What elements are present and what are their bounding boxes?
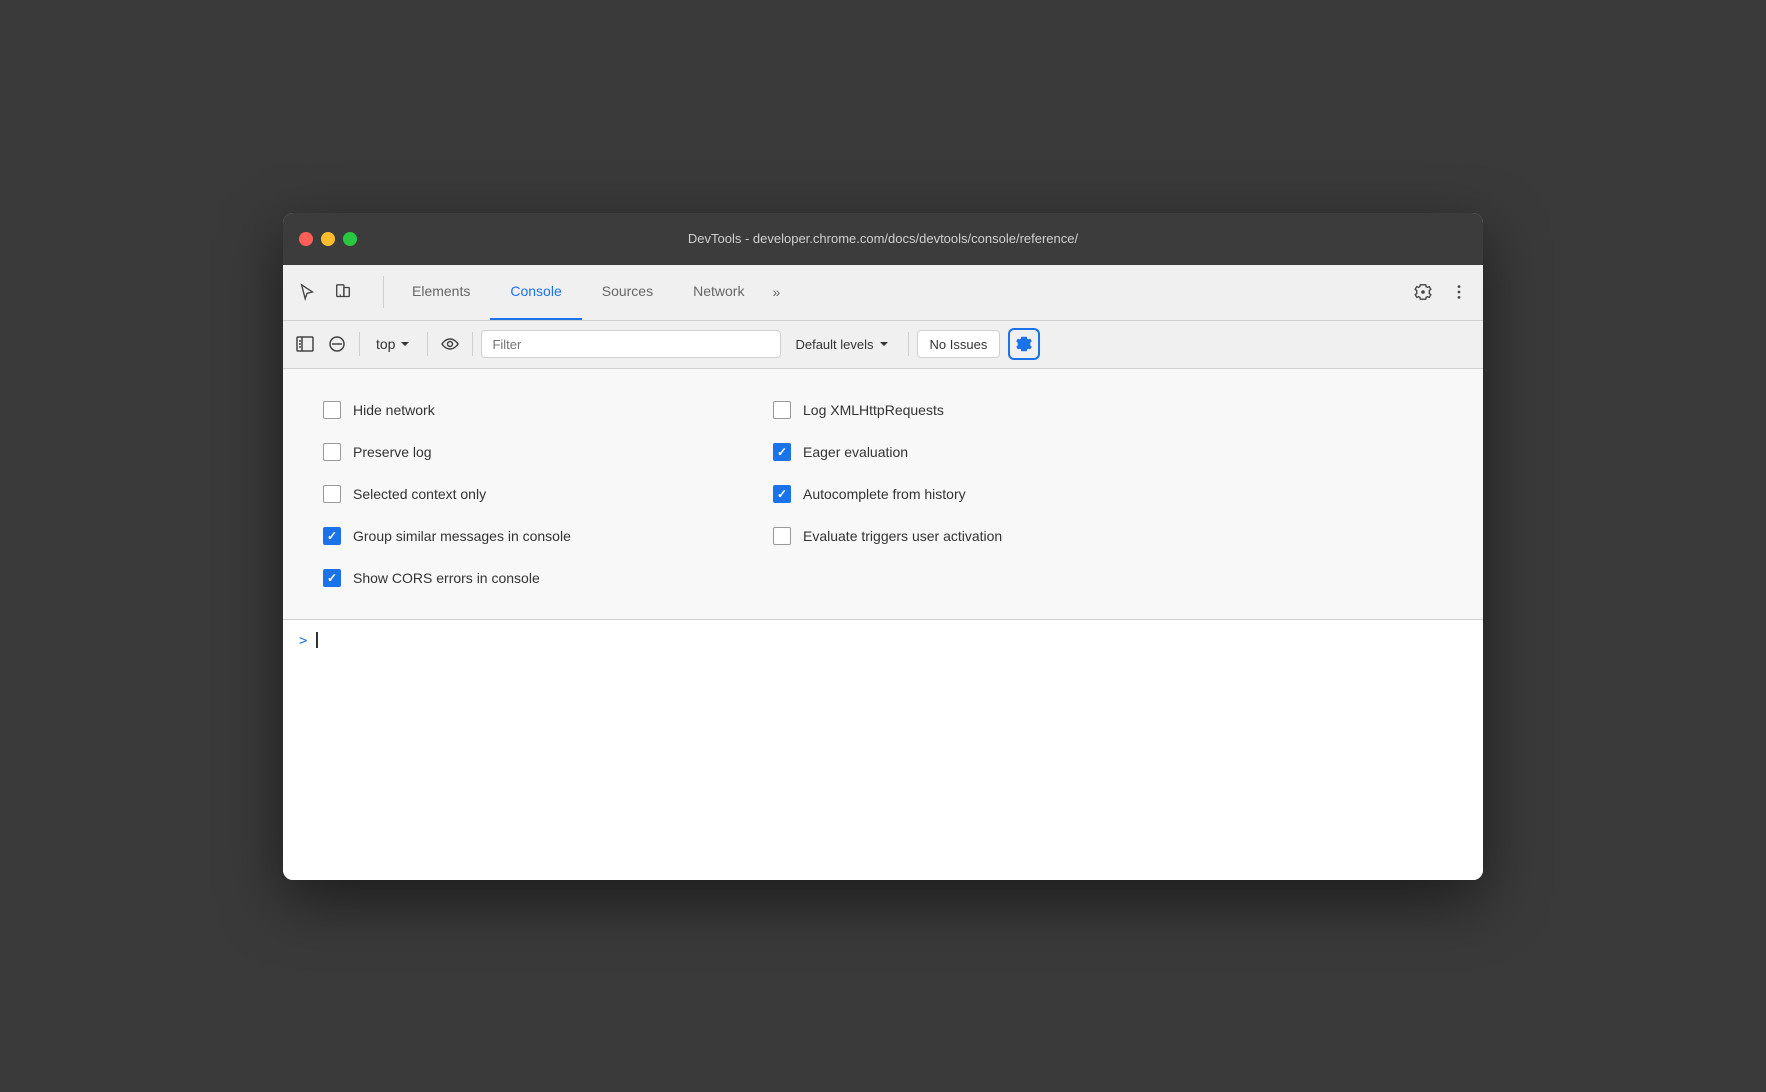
inspect-icon-button[interactable] bbox=[291, 276, 323, 308]
cursor-icon bbox=[298, 283, 316, 301]
title-bar: DevTools - developer.chrome.com/docs/dev… bbox=[283, 213, 1483, 265]
console-cursor bbox=[316, 632, 318, 648]
javascript-context-dropdown[interactable]: top bbox=[368, 330, 419, 358]
setting-preserve-log: Preserve log bbox=[323, 431, 773, 473]
selected-context-checkbox[interactable] bbox=[323, 485, 341, 503]
show-console-sidebar-button[interactable] bbox=[291, 330, 319, 358]
device-icon bbox=[334, 283, 352, 301]
hide-network-checkbox[interactable] bbox=[323, 401, 341, 419]
traffic-lights bbox=[299, 232, 357, 246]
clear-console-button[interactable] bbox=[323, 330, 351, 358]
minimize-button[interactable] bbox=[321, 232, 335, 246]
eager-eval-checkbox[interactable] bbox=[773, 443, 791, 461]
autocomplete-label: Autocomplete from history bbox=[803, 486, 966, 502]
kebab-icon bbox=[1450, 283, 1468, 301]
live-expressions-button[interactable] bbox=[436, 330, 464, 358]
setting-eval-triggers: Evaluate triggers user activation bbox=[773, 515, 1223, 557]
toolbar-divider bbox=[383, 276, 384, 308]
eye-icon bbox=[441, 335, 459, 353]
hide-network-label: Hide network bbox=[353, 402, 435, 418]
filter-input[interactable] bbox=[481, 330, 781, 358]
console-toolbar: top Default levels No Issues bbox=[283, 321, 1483, 369]
settings-right-column: Log XMLHttpRequests Eager evaluation Aut… bbox=[773, 389, 1223, 599]
levels-label: Default levels bbox=[795, 337, 873, 352]
console-prompt: > bbox=[299, 633, 307, 649]
show-cors-label: Show CORS errors in console bbox=[353, 570, 540, 586]
chevron-down-icon bbox=[399, 338, 411, 350]
setting-autocomplete: Autocomplete from history bbox=[773, 473, 1223, 515]
toolbar-divider-4 bbox=[908, 332, 909, 356]
tab-bar-icons bbox=[291, 276, 359, 308]
log-xml-label: Log XMLHttpRequests bbox=[803, 402, 944, 418]
setting-eager-eval: Eager evaluation bbox=[773, 431, 1223, 473]
setting-hide-network: Hide network bbox=[323, 389, 773, 431]
devtools-window: DevTools - developer.chrome.com/docs/dev… bbox=[283, 213, 1483, 880]
toolbar-divider-1 bbox=[359, 332, 360, 356]
preserve-log-checkbox[interactable] bbox=[323, 443, 341, 461]
clear-icon bbox=[328, 335, 346, 353]
gear-icon bbox=[1414, 283, 1432, 301]
gear-active-icon bbox=[1015, 335, 1033, 353]
more-tabs-button[interactable]: » bbox=[764, 264, 788, 320]
setting-show-cors: Show CORS errors in console bbox=[323, 557, 773, 599]
window-title: DevTools - developer.chrome.com/docs/dev… bbox=[688, 231, 1078, 246]
tab-console[interactable]: Console bbox=[490, 264, 581, 320]
tabs-container: Elements Console Sources Network » bbox=[392, 264, 1407, 320]
log-levels-dropdown[interactable]: Default levels bbox=[785, 330, 899, 358]
devtools-settings-button[interactable] bbox=[1407, 276, 1439, 308]
no-issues-button[interactable]: No Issues bbox=[917, 330, 1001, 358]
preserve-log-label: Preserve log bbox=[353, 444, 432, 460]
console-settings-panel: Hide network Preserve log Selected conte… bbox=[283, 369, 1483, 620]
toolbar-divider-2 bbox=[427, 332, 428, 356]
log-xml-checkbox[interactable] bbox=[773, 401, 791, 419]
eager-eval-label: Eager evaluation bbox=[803, 444, 908, 460]
eval-triggers-label: Evaluate triggers user activation bbox=[803, 528, 1002, 544]
show-cors-checkbox[interactable] bbox=[323, 569, 341, 587]
sidebar-icon bbox=[296, 335, 314, 353]
group-similar-label: Group similar messages in console bbox=[353, 528, 571, 544]
tab-sources[interactable]: Sources bbox=[582, 264, 673, 320]
more-options-button[interactable] bbox=[1443, 276, 1475, 308]
autocomplete-checkbox[interactable] bbox=[773, 485, 791, 503]
console-input-area[interactable]: > bbox=[283, 620, 1483, 880]
console-settings-button[interactable] bbox=[1008, 328, 1040, 360]
top-label: top bbox=[376, 336, 395, 352]
settings-grid: Hide network Preserve log Selected conte… bbox=[323, 389, 1223, 599]
group-similar-checkbox[interactable] bbox=[323, 527, 341, 545]
setting-group-similar: Group similar messages in console bbox=[323, 515, 773, 557]
setting-selected-context: Selected context only bbox=[323, 473, 773, 515]
chevron-down-icon-2 bbox=[878, 338, 890, 350]
close-button[interactable] bbox=[299, 232, 313, 246]
toolbar-divider-3 bbox=[472, 332, 473, 356]
tab-bar: Elements Console Sources Network » bbox=[283, 265, 1483, 321]
setting-log-xml: Log XMLHttpRequests bbox=[773, 389, 1223, 431]
settings-left-column: Hide network Preserve log Selected conte… bbox=[323, 389, 773, 599]
maximize-button[interactable] bbox=[343, 232, 357, 246]
selected-context-label: Selected context only bbox=[353, 486, 486, 502]
tab-network[interactable]: Network bbox=[673, 264, 764, 320]
tab-elements[interactable]: Elements bbox=[392, 264, 490, 320]
device-mode-button[interactable] bbox=[327, 276, 359, 308]
tab-bar-right bbox=[1407, 276, 1475, 308]
eval-triggers-checkbox[interactable] bbox=[773, 527, 791, 545]
